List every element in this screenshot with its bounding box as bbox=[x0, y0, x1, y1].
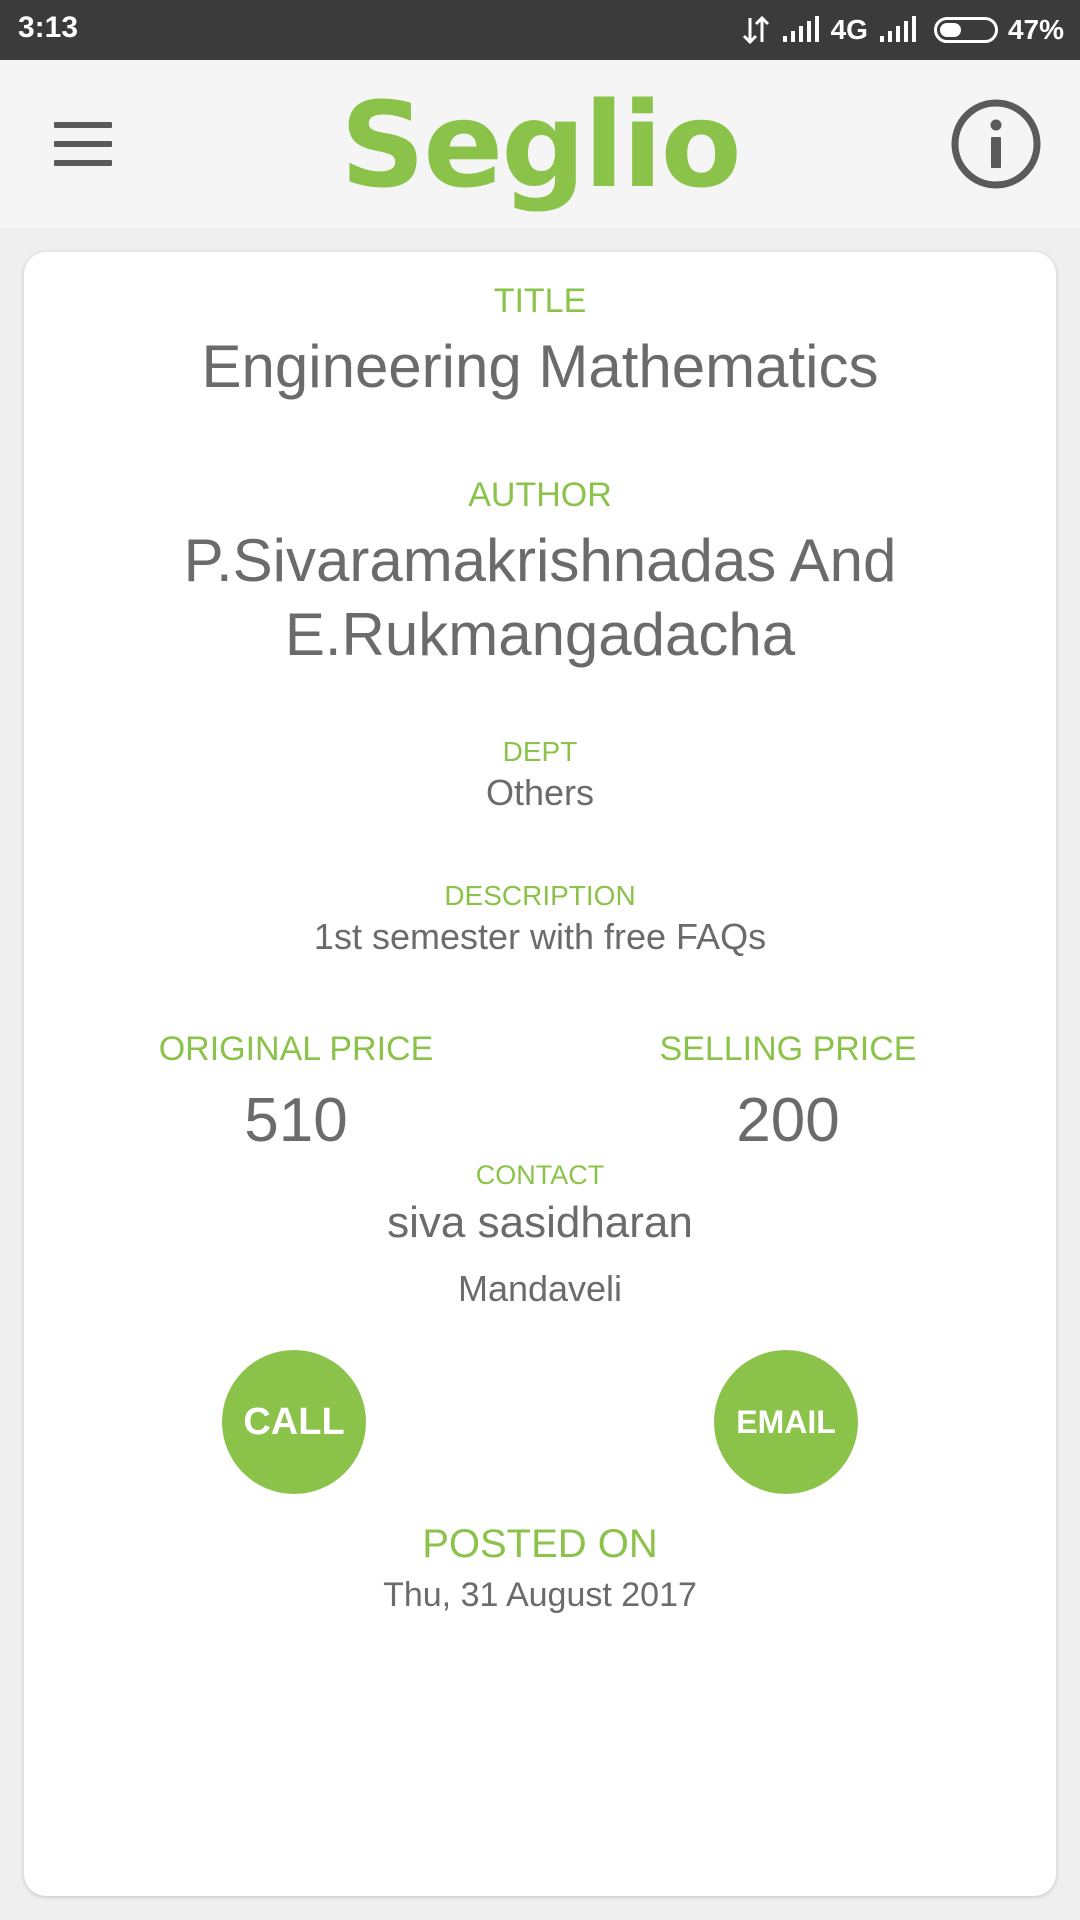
battery-percent: 47% bbox=[1007, 14, 1064, 45]
signal-icon-2 bbox=[878, 16, 918, 44]
book-detail-card: TITLE Engineering Mathematics AUTHOR P.S… bbox=[24, 252, 1056, 1896]
original-price-value: 510 bbox=[244, 1086, 348, 1155]
status-icons: 4G 47% bbox=[741, 10, 1064, 50]
contact-label: CONTACT bbox=[475, 1160, 605, 1190]
app-logo: Seglio bbox=[340, 76, 741, 214]
selling-price-block: SELLING PRICE 200 bbox=[608, 1030, 968, 1156]
battery-icon bbox=[933, 17, 998, 43]
selling-price-label: SELLING PRICE bbox=[659, 1030, 917, 1068]
dept-label: DEPT bbox=[502, 736, 578, 767]
contact-name: siva sasidharan bbox=[387, 1198, 693, 1247]
original-price-label: ORIGINAL PRICE bbox=[158, 1030, 434, 1068]
posted-date: Thu, 31 August 2017 bbox=[383, 1576, 697, 1614]
book-dept: Others bbox=[485, 772, 595, 813]
call-button[interactable]: CALL bbox=[222, 1350, 366, 1494]
battery-fill bbox=[939, 23, 962, 37]
hamburger-menu-icon[interactable] bbox=[54, 122, 112, 166]
posted-on-label: POSTED ON bbox=[422, 1522, 658, 1566]
app-bar: Seglio bbox=[0, 60, 1080, 228]
network-type: 4G bbox=[830, 14, 868, 45]
info-icon[interactable] bbox=[950, 98, 1042, 190]
status-time: 3:13 bbox=[18, 11, 79, 44]
data-transfer-icon bbox=[741, 14, 771, 46]
book-author: P.Sivaramakrishnadas And E.Rukmangadacha bbox=[183, 527, 897, 668]
selling-price-value: 200 bbox=[736, 1086, 840, 1155]
email-button[interactable]: EMAIL bbox=[714, 1350, 858, 1494]
status-bar: 3:13 4G 47% bbox=[0, 0, 1080, 60]
title-label: TITLE bbox=[493, 282, 587, 320]
description-label: DESCRIPTION bbox=[444, 880, 636, 911]
signal-icon bbox=[781, 16, 821, 44]
author-label: AUTHOR bbox=[468, 476, 612, 514]
contact-location: Mandaveli bbox=[457, 1268, 623, 1309]
book-title: Engineering Mathematics bbox=[201, 333, 879, 400]
book-description: 1st semester with free FAQs bbox=[313, 916, 767, 957]
original-price-block: ORIGINAL PRICE 510 bbox=[116, 1030, 476, 1156]
